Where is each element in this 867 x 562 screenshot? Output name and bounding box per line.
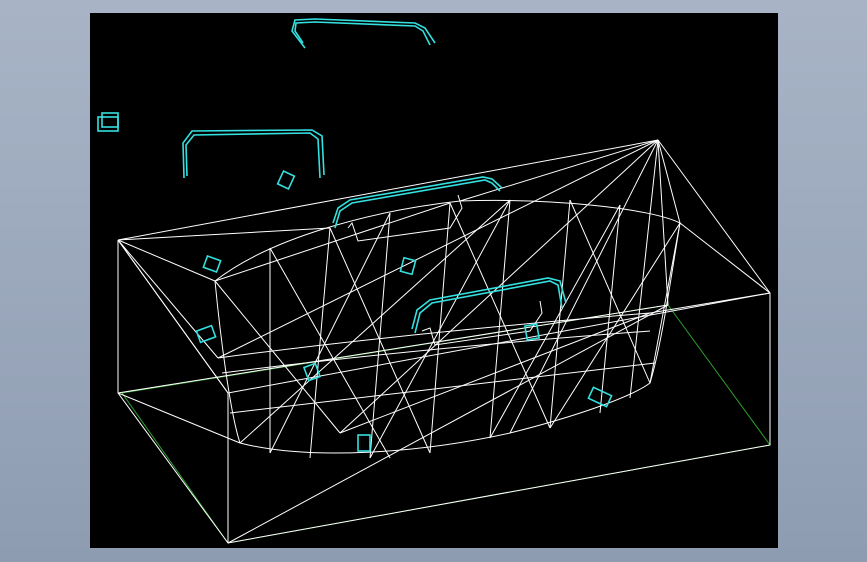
clip-icon: [276, 170, 296, 190]
cad-viewport[interactable]: [90, 13, 778, 548]
wireframe-model: [97, 18, 771, 544]
clip-icon: [357, 434, 371, 452]
handle-icon: [291, 18, 436, 49]
clip-icon: [202, 254, 222, 274]
clip-icon: [97, 112, 119, 132]
clip-icon: [587, 386, 613, 408]
handle-icon: [182, 129, 325, 179]
clip-icon: [195, 324, 217, 344]
